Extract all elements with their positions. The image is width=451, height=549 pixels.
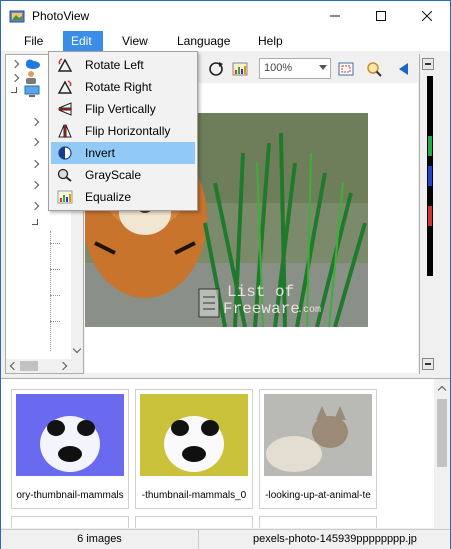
menu-item-label: Flip Horizontally bbox=[85, 124, 171, 138]
image-count: 6 images bbox=[1, 530, 199, 549]
grayscale-icon bbox=[57, 168, 72, 182]
rotate-icon[interactable] bbox=[207, 60, 225, 78]
close-button[interactable] bbox=[404, 1, 450, 31]
minimize-button[interactable] bbox=[312, 1, 358, 31]
menu-item-rotate-left[interactable]: Rotate Left bbox=[51, 54, 195, 76]
menu-item-equalize[interactable]: Equalize bbox=[51, 186, 195, 208]
current-filename: pexels-photo-145939pppppppp.jp bbox=[253, 533, 417, 545]
thumbnail-scrollbar[interactable] bbox=[434, 379, 450, 528]
tree-guide-line bbox=[50, 321, 60, 322]
user-folder-icon bbox=[26, 71, 36, 84]
tree-guide-line bbox=[50, 231, 51, 351]
zoom-select[interactable]: 100% bbox=[259, 58, 331, 79]
side-panel bbox=[419, 54, 448, 374]
scroll-thumb[interactable] bbox=[437, 399, 447, 467]
flip-vertical-icon bbox=[58, 102, 72, 116]
edit-menu-dropdown: Rotate Left Rotate Right Flip Vertically bbox=[48, 51, 198, 211]
thumbnail-item[interactable] bbox=[135, 516, 253, 528]
menu-item-flip-vertically[interactable]: Flip Vertically bbox=[51, 98, 195, 120]
chevron-down-icon[interactable] bbox=[11, 87, 17, 93]
status-bar: 6 images pexels-photo-145939pppppppp.jp bbox=[1, 529, 450, 549]
menu-item-label: GrayScale bbox=[85, 168, 142, 182]
chevron-down-icon[interactable] bbox=[32, 219, 38, 225]
menu-help[interactable]: Help bbox=[250, 31, 291, 51]
chevron-right-icon[interactable] bbox=[30, 159, 40, 169]
zoom-value: 100% bbox=[264, 62, 293, 74]
chevron-right-icon[interactable] bbox=[58, 361, 68, 371]
menu-item-label: Equalize bbox=[85, 190, 132, 204]
document-icon bbox=[198, 288, 220, 318]
thumbnail-caption: -thumbnail-mammals_0 bbox=[141, 490, 247, 501]
menu-view[interactable]: View bbox=[114, 31, 156, 51]
chevron-down-icon[interactable] bbox=[72, 344, 82, 354]
chevron-left-icon[interactable] bbox=[9, 361, 19, 371]
thumbnail-caption: ory-thumbnail-mammals bbox=[16, 490, 124, 501]
thumbnail-item[interactable]: -thumbnail-mammals_0 bbox=[135, 389, 253, 509]
previous-icon[interactable] bbox=[395, 60, 413, 78]
chevron-right-icon[interactable] bbox=[10, 59, 20, 69]
menu-item-label: Invert bbox=[85, 146, 116, 160]
rotate-left-icon bbox=[57, 58, 73, 72]
chevron-down-icon bbox=[319, 65, 327, 70]
menu-item-rotate-right[interactable]: Rotate Right bbox=[51, 76, 195, 98]
menu-item-label: Rotate Right bbox=[85, 80, 152, 94]
close-icon bbox=[422, 11, 432, 21]
menu-bar: File Edit View Language Help bbox=[1, 31, 450, 51]
menu-item-label: Rotate Left bbox=[85, 58, 144, 72]
chevron-right-icon[interactable] bbox=[10, 73, 20, 83]
menu-item-invert[interactable]: Invert bbox=[51, 142, 195, 164]
equalize-icon bbox=[57, 190, 73, 204]
menu-file[interactable]: File bbox=[16, 31, 51, 51]
menu-item-flip-horizontally[interactable]: Flip Horizontally bbox=[51, 120, 195, 142]
thumbnail-strip[interactable]: ory-thumbnail-mammals -thumbnail-mammals… bbox=[1, 378, 450, 528]
thumbnail-image bbox=[16, 394, 124, 476]
scroll-thumb[interactable] bbox=[20, 361, 38, 371]
title-bar: PhotoView bbox=[1, 1, 450, 31]
thumbnail-image bbox=[264, 394, 372, 476]
maximize-button[interactable] bbox=[358, 1, 404, 31]
tree-guide-line bbox=[50, 243, 60, 244]
minimize-icon bbox=[330, 15, 340, 17]
this-pc-icon bbox=[24, 85, 40, 97]
rotate-right-icon bbox=[57, 80, 73, 94]
collapse-button[interactable] bbox=[422, 358, 434, 370]
flip-horizontal-icon bbox=[58, 124, 72, 138]
chevron-right-icon[interactable] bbox=[30, 137, 40, 147]
tree-guide-line bbox=[50, 269, 60, 270]
app-logo-icon bbox=[9, 10, 25, 23]
collapse-button[interactable] bbox=[422, 58, 434, 70]
thumbnail-item[interactable] bbox=[11, 516, 129, 528]
app-window: PhotoView File Edit View Language Help 1… bbox=[0, 0, 451, 549]
menu-edit[interactable]: Edit bbox=[63, 31, 103, 51]
chevron-up-icon[interactable] bbox=[437, 385, 447, 395]
watermark-suffix: .com bbox=[297, 305, 322, 316]
chevron-right-icon[interactable] bbox=[30, 201, 40, 211]
thumbnail-image bbox=[140, 394, 248, 476]
watermark-line2: Freeware bbox=[223, 300, 300, 318]
histogram-strip bbox=[427, 76, 433, 276]
thumbnail-caption: -looking-up-at-animal-te bbox=[265, 490, 371, 501]
tree-horizontal-scrollbar[interactable] bbox=[6, 359, 83, 373]
window-title: PhotoView bbox=[32, 9, 90, 23]
chevron-right-icon[interactable] bbox=[30, 180, 40, 190]
menu-language[interactable]: Language bbox=[169, 31, 238, 51]
histogram-icon[interactable] bbox=[231, 60, 249, 78]
thumbnail-item[interactable]: -looking-up-at-animal-te bbox=[259, 389, 377, 509]
menu-item-grayscale[interactable]: GrayScale bbox=[51, 164, 195, 186]
watermark-line1: List of bbox=[227, 283, 295, 301]
chevron-right-icon[interactable] bbox=[30, 117, 40, 127]
thumbnail-item[interactable]: ory-thumbnail-mammals bbox=[11, 389, 129, 509]
maximize-icon bbox=[376, 11, 386, 21]
watermark-logo: List of Freeware .com bbox=[197, 283, 321, 325]
invert-icon bbox=[58, 146, 72, 160]
thumbnail-item[interactable] bbox=[259, 516, 377, 528]
onedrive-icon bbox=[26, 59, 40, 69]
zoom-icon[interactable] bbox=[365, 60, 383, 78]
fit-window-icon[interactable] bbox=[337, 60, 355, 78]
toolbar: 100% bbox=[197, 56, 421, 82]
menu-item-label: Flip Vertically bbox=[85, 102, 156, 116]
tree-guide-line bbox=[50, 295, 60, 296]
